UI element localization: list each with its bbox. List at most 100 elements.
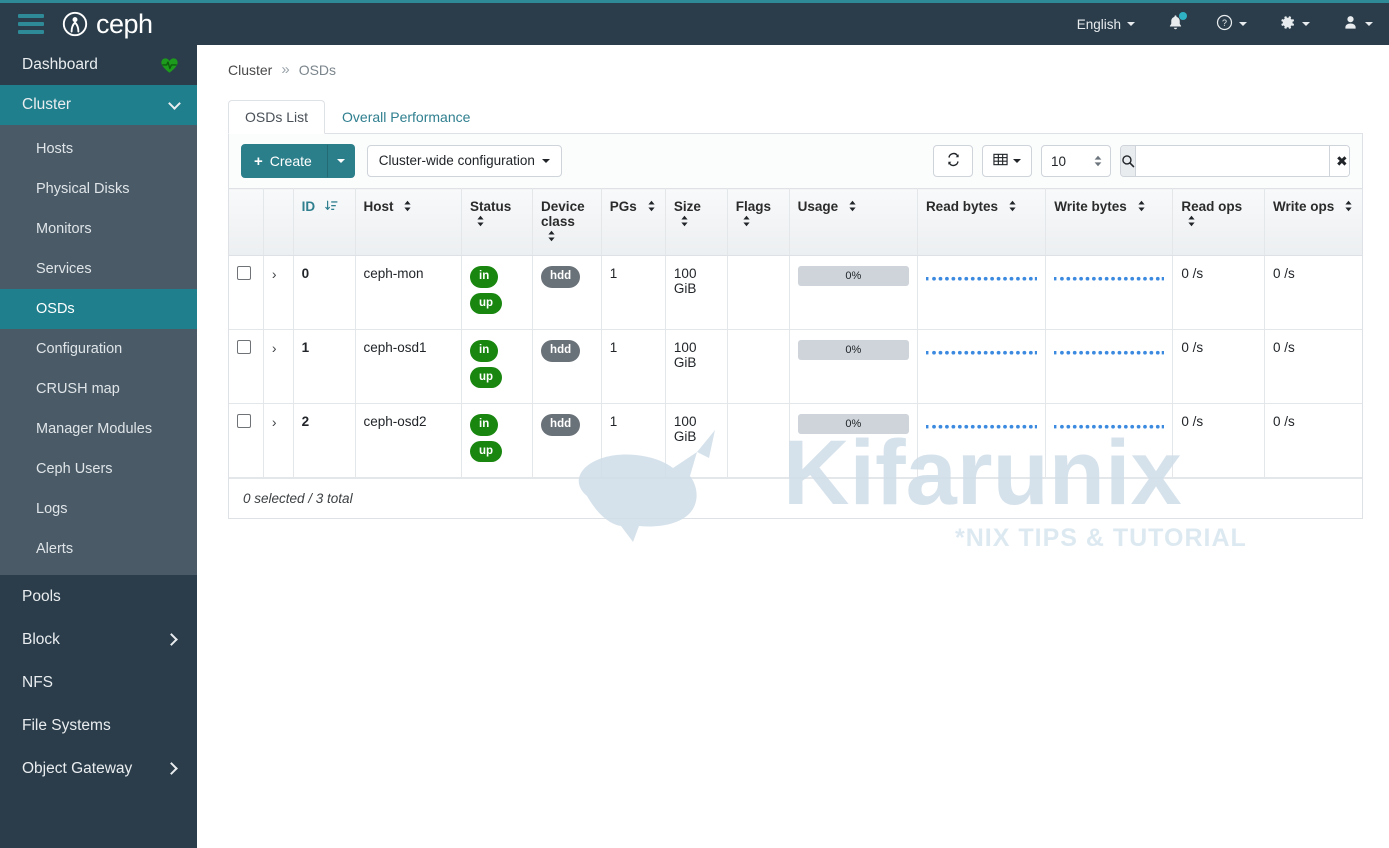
status-badge-up: up [470, 293, 502, 315]
cell-size: 100 GiB [665, 404, 727, 478]
user-menu[interactable] [1326, 3, 1389, 45]
th-usage[interactable]: Usage [789, 189, 917, 256]
sidebar-item-dashboard[interactable]: Dashboard [0, 45, 197, 85]
chevron-down-icon [1127, 22, 1135, 26]
column-selector-button[interactable] [982, 145, 1032, 177]
device-class-badge: hdd [541, 340, 580, 362]
th-read-bytes[interactable]: Read bytes [917, 189, 1045, 256]
th-status[interactable]: Status [462, 189, 533, 256]
cell-flags [727, 404, 789, 478]
page-size-input[interactable] [1049, 153, 1087, 170]
th-host[interactable]: Host [355, 189, 462, 256]
row-checkbox[interactable] [237, 266, 251, 280]
th-flags[interactable]: Flags [727, 189, 789, 256]
usage-progress-bar: 0% [798, 414, 909, 434]
table-header: ID Host [229, 189, 1362, 256]
page-size-stepper[interactable] [1041, 145, 1111, 177]
sidebar-item-osds[interactable]: OSDs [0, 289, 197, 329]
hamburger-icon[interactable] [18, 14, 44, 34]
th-read-ops-label: Read ops [1181, 199, 1242, 214]
device-class-badge: hdd [541, 266, 580, 288]
sidebar-item-block[interactable]: Block [0, 618, 197, 661]
sort-ascending-icon [325, 200, 334, 215]
cell-read-bytes [917, 256, 1045, 330]
notifications-button[interactable] [1151, 3, 1200, 45]
cell-id: 2 [293, 404, 355, 478]
sidebar-item-physical-disks[interactable]: Physical Disks [0, 169, 197, 209]
row-checkbox-cell[interactable] [229, 256, 263, 330]
status-badge-up: up [470, 441, 502, 463]
sidebar-item-cluster[interactable]: Cluster [0, 85, 197, 125]
sidebar-item-pools[interactable]: Pools [0, 575, 197, 618]
chevron-down-icon [1365, 22, 1373, 26]
tab-overall-performance[interactable]: Overall Performance [325, 100, 487, 135]
search-input[interactable] [1136, 146, 1329, 176]
table-row[interactable]: › 1 ceph-osd1 in up hdd 1 100 GiB [229, 330, 1362, 404]
th-pgs[interactable]: PGs [601, 189, 665, 256]
cell-write-ops: 0 /s [1265, 404, 1362, 478]
table-footer-status: 0 selected / 3 total [229, 478, 1362, 518]
settings-menu[interactable] [1263, 3, 1326, 45]
breadcrumb-osds[interactable]: OSDs [299, 62, 336, 78]
language-selector[interactable]: English [1061, 3, 1151, 45]
sidebar-item-label: OSDs [36, 301, 179, 317]
th-read-ops[interactable]: Read ops [1173, 189, 1265, 256]
question-circle-icon: ? [1216, 14, 1233, 34]
th-select-all[interactable] [229, 189, 263, 256]
row-checkbox-cell[interactable] [229, 404, 263, 478]
chevron-right-icon[interactable]: › [272, 414, 277, 430]
search-box[interactable]: ✖ [1120, 145, 1350, 177]
table-row[interactable]: › 2 ceph-osd2 in up hdd 1 100 GiB [229, 404, 1362, 478]
plus-icon: + [254, 154, 263, 169]
row-expand-cell[interactable]: › [263, 256, 293, 330]
sidebar-item-configuration[interactable]: Configuration [0, 329, 197, 369]
create-button[interactable]: + Create [241, 144, 327, 178]
stepper-arrows-icon[interactable] [1093, 155, 1103, 167]
th-size[interactable]: Size [665, 189, 727, 256]
sidebar-item-hosts[interactable]: Hosts [0, 129, 197, 169]
sort-icon [680, 215, 689, 230]
sidebar-item-crush-map[interactable]: CRUSH map [0, 369, 197, 409]
sort-icon [848, 200, 857, 215]
sidebar-item-object-gateway[interactable]: Object Gateway [0, 747, 197, 790]
main-content: Cluster » OSDs OSDs List Overall Perform… [197, 45, 1389, 848]
brand-name: ceph [96, 11, 153, 38]
chevron-right-icon[interactable]: › [272, 266, 277, 282]
row-checkbox-cell[interactable] [229, 330, 263, 404]
osds-panel: + Create Cluster-wide configuration [228, 134, 1363, 519]
cluster-wide-configuration-dropdown[interactable]: Cluster-wide configuration [367, 145, 562, 177]
cluster-wide-configuration-label: Cluster-wide configuration [379, 152, 535, 170]
row-expand-cell[interactable]: › [263, 330, 293, 404]
row-checkbox[interactable] [237, 414, 251, 428]
chevron-right-icon[interactable]: › [272, 340, 277, 356]
row-expand-cell[interactable]: › [263, 404, 293, 478]
sidebar-item-nfs[interactable]: NFS [0, 661, 197, 704]
table-row[interactable]: › 0 ceph-mon in up hdd 1 100 GiB [229, 256, 1362, 330]
sidebar-item-file-systems[interactable]: File Systems [0, 704, 197, 747]
th-write-bytes-label: Write bytes [1054, 199, 1127, 214]
sidebar-item-label: Block [22, 631, 167, 649]
sidebar-item-label: Object Gateway [22, 760, 167, 778]
brand-logo-link[interactable]: ceph [62, 11, 153, 38]
sidebar-item-alerts[interactable]: Alerts [0, 529, 197, 569]
th-device-class[interactable]: Device class [533, 189, 602, 256]
search-clear-button[interactable]: ✖ [1329, 146, 1350, 176]
sidebar-item-label: Ceph Users [36, 461, 179, 477]
sidebar-item-manager-modules[interactable]: Manager Modules [0, 409, 197, 449]
help-menu[interactable]: ? [1200, 3, 1263, 45]
sidebar-item-ceph-users[interactable]: Ceph Users [0, 449, 197, 489]
th-write-bytes[interactable]: Write bytes [1046, 189, 1173, 256]
sidebar-item-label: NFS [22, 674, 179, 692]
create-dropdown-toggle[interactable] [327, 144, 355, 178]
th-write-ops[interactable]: Write ops [1265, 189, 1362, 256]
breadcrumb-cluster[interactable]: Cluster [228, 62, 272, 78]
svg-text:?: ? [1222, 18, 1227, 28]
tab-osds-list[interactable]: OSDs List [228, 100, 325, 135]
row-checkbox[interactable] [237, 340, 251, 354]
refresh-button[interactable] [933, 145, 973, 177]
th-id[interactable]: ID [293, 189, 355, 256]
sidebar-item-services[interactable]: Services [0, 249, 197, 289]
sidebar-item-monitors[interactable]: Monitors [0, 209, 197, 249]
sidebar-item-logs[interactable]: Logs [0, 489, 197, 529]
sidebar-cluster-submenu: Hosts Physical Disks Monitors Services O… [0, 125, 197, 575]
